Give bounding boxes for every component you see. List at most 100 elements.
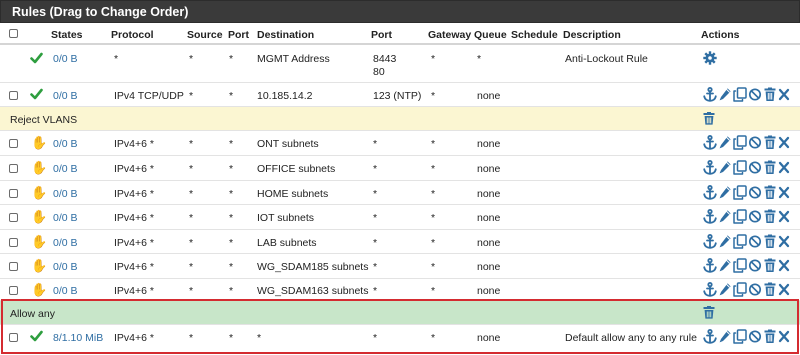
row-checkbox[interactable] (9, 286, 18, 295)
states-link[interactable]: 0/0 B (53, 53, 78, 65)
pencil-icon[interactable] (718, 258, 732, 273)
states-link[interactable]: 0/0 B (53, 285, 78, 297)
copy-icon[interactable] (733, 185, 747, 200)
disable-icon[interactable] (748, 135, 762, 150)
anchor-icon[interactable] (703, 160, 717, 175)
table-row[interactable]: 0/0 B * * * MGMT Address 8443 80 * * Ant… (0, 45, 800, 83)
table-row[interactable]: ✋ 0/0 B IPv4+6 * * * WG_SDAM185 subnets … (0, 254, 800, 279)
trash-icon[interactable] (764, 185, 776, 200)
pencil-icon[interactable] (718, 282, 732, 297)
row-checkbox[interactable] (9, 333, 18, 342)
states-link[interactable]: 0/0 B (53, 188, 78, 200)
delete-x-icon[interactable] (778, 234, 790, 249)
col-source[interactable]: Source (187, 29, 223, 41)
col-gateway[interactable]: Gateway (428, 29, 471, 41)
col-destination[interactable]: Destination (257, 29, 314, 41)
delete-x-icon[interactable] (778, 282, 790, 297)
anchor-icon[interactable] (703, 234, 717, 249)
row-checkbox[interactable] (9, 139, 18, 148)
anchor-icon[interactable] (703, 135, 717, 150)
trash-icon[interactable] (764, 87, 776, 102)
table-row[interactable]: ✋ 0/0 B IPv4+6 * * * ONT subnets * * non… (0, 131, 800, 156)
col-dest-port[interactable]: Port (371, 29, 392, 41)
col-port[interactable]: Port (228, 29, 249, 41)
anchor-icon[interactable] (703, 185, 717, 200)
col-states[interactable]: States (51, 29, 83, 41)
states-link[interactable]: 0/0 B (53, 212, 78, 224)
copy-icon[interactable] (733, 329, 747, 344)
delete-x-icon[interactable] (778, 135, 790, 150)
disable-icon[interactable] (748, 87, 762, 102)
trash-icon[interactable] (764, 160, 776, 175)
col-protocol[interactable]: Protocol (111, 29, 154, 41)
pencil-icon[interactable] (718, 135, 732, 150)
separator-allow-any[interactable]: Allow any (0, 301, 800, 325)
trash-icon[interactable] (764, 135, 776, 150)
copy-icon[interactable] (733, 160, 747, 175)
delete-x-icon[interactable] (778, 329, 790, 344)
states-link[interactable]: 0/0 B (53, 138, 78, 150)
disable-icon[interactable] (748, 209, 762, 224)
separator-reject-vlans[interactable]: Reject VLANS (0, 107, 800, 131)
anchor-icon[interactable] (703, 209, 717, 224)
disable-icon[interactable] (748, 185, 762, 200)
states-link[interactable]: 0/0 B (53, 90, 78, 102)
copy-icon[interactable] (733, 282, 747, 297)
trash-icon[interactable] (764, 282, 776, 297)
pencil-icon[interactable] (718, 329, 732, 344)
trash-icon[interactable] (703, 306, 715, 319)
select-all-checkbox[interactable] (9, 29, 18, 38)
pencil-icon[interactable] (718, 234, 732, 249)
pencil-icon[interactable] (718, 209, 732, 224)
delete-x-icon[interactable] (778, 160, 790, 175)
copy-icon[interactable] (733, 258, 747, 273)
table-row[interactable]: ✋ 0/0 B IPv4+6 * * * OFFICE subnets * * … (0, 156, 800, 181)
states-link[interactable]: 0/0 B (53, 237, 78, 249)
disable-icon[interactable] (748, 234, 762, 249)
row-checkbox[interactable] (9, 213, 18, 222)
delete-x-icon[interactable] (778, 209, 790, 224)
row-checkbox[interactable] (9, 91, 18, 100)
trash-icon[interactable] (764, 329, 776, 344)
col-description[interactable]: Description (563, 29, 621, 41)
gear-icon[interactable] (703, 51, 717, 65)
states-link[interactable]: 8/1.10 MiB (53, 332, 103, 344)
table-row[interactable]: ✋ 0/0 B IPv4+6 * * * HOME subnets * * no… (0, 181, 800, 205)
table-row[interactable]: ✋ 0/0 B IPv4+6 * * * LAB subnets * * non… (0, 230, 800, 254)
states-link[interactable]: 0/0 B (53, 261, 78, 273)
anchor-icon[interactable] (703, 329, 717, 344)
pencil-icon[interactable] (718, 87, 732, 102)
disable-icon[interactable] (748, 329, 762, 344)
copy-icon[interactable] (733, 234, 747, 249)
disable-icon[interactable] (748, 258, 762, 273)
delete-x-icon[interactable] (778, 185, 790, 200)
anchor-icon[interactable] (703, 282, 717, 297)
gateway: * (431, 285, 436, 297)
table-row[interactable]: ✋ 0/0 B IPv4+6 * * * IOT subnets * * non… (0, 205, 800, 230)
table-row[interactable]: 0/0 B IPv4 TCP/UDP * * 10.185.14.2 123 (… (0, 83, 800, 107)
copy-icon[interactable] (733, 209, 747, 224)
delete-x-icon[interactable] (778, 258, 790, 273)
col-schedule[interactable]: Schedule (511, 29, 558, 41)
row-checkbox[interactable] (9, 189, 18, 198)
row-checkbox[interactable] (9, 262, 18, 271)
table-row[interactable]: ✋ 0/0 B IPv4+6 * * * WG_SDAM163 subnets … (0, 279, 800, 301)
trash-icon[interactable] (703, 112, 715, 125)
pencil-icon[interactable] (718, 160, 732, 175)
disable-icon[interactable] (748, 160, 762, 175)
row-checkbox[interactable] (9, 238, 18, 247)
delete-x-icon[interactable] (778, 87, 790, 102)
row-checkbox[interactable] (9, 164, 18, 173)
pencil-icon[interactable] (718, 185, 732, 200)
disable-icon[interactable] (748, 282, 762, 297)
table-row[interactable]: 8/1.10 MiB IPv4+6 * * * * * * none Defau… (0, 325, 800, 350)
trash-icon[interactable] (764, 209, 776, 224)
trash-icon[interactable] (764, 258, 776, 273)
states-link[interactable]: 0/0 B (53, 163, 78, 175)
col-queue[interactable]: Queue (474, 29, 507, 41)
copy-icon[interactable] (733, 87, 747, 102)
trash-icon[interactable] (764, 234, 776, 249)
copy-icon[interactable] (733, 135, 747, 150)
anchor-icon[interactable] (703, 87, 717, 102)
anchor-icon[interactable] (703, 258, 717, 273)
